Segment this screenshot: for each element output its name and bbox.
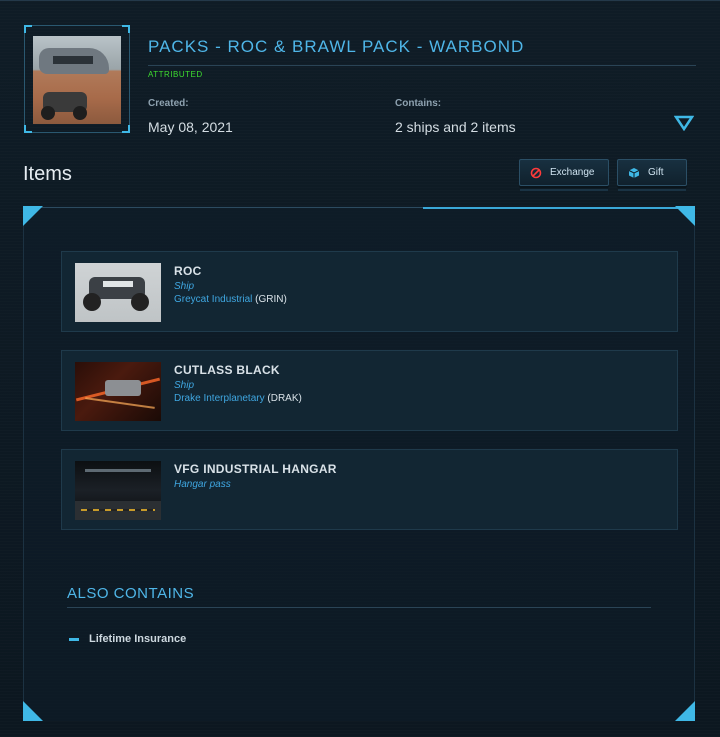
pledge-page: PACKS - ROC & BRAWL PACK - WARBOND ATTRI…	[0, 0, 720, 737]
item-manufacturer: Drake Interplanetary (DRAK)	[174, 393, 302, 404]
hangar-light	[85, 469, 151, 472]
item-type: Ship	[174, 281, 195, 292]
item-type: Hangar pass	[174, 479, 231, 490]
title-divider	[148, 65, 696, 66]
also-contains-divider	[67, 607, 651, 608]
frame-corner	[122, 125, 130, 133]
pack-title: PACKS - ROC & BRAWL PACK - WARBOND	[148, 37, 525, 56]
frame-corner	[24, 125, 32, 133]
chevron-down-icon[interactable]	[674, 115, 694, 131]
item-card-vfg-hangar[interactable]: VFG INDUSTRIAL HANGAR Hangar pass	[61, 449, 678, 530]
manufacturer-name: Greycat Industrial	[174, 294, 253, 305]
item-type: Ship	[174, 380, 195, 391]
gift-button-label: Gift	[648, 167, 664, 178]
no-entry-icon	[530, 167, 542, 178]
vehicle-stripe	[103, 281, 133, 287]
item-name: VFG INDUSTRIAL HANGAR	[174, 462, 337, 476]
item-name: CUTLASS BLACK	[174, 363, 280, 377]
ship-shape	[105, 380, 141, 396]
bullet-icon	[69, 638, 79, 641]
panel-corner-accent	[23, 701, 43, 721]
panel-top-highlight	[423, 207, 695, 209]
also-contains-heading: ALSO CONTAINS	[67, 585, 195, 602]
laser-beam	[85, 397, 155, 409]
vehicle-wheel	[73, 106, 87, 120]
item-image	[75, 362, 161, 421]
cube-icon	[628, 167, 640, 178]
vehicle-wheel	[41, 106, 55, 120]
status-badge: ATTRIBUTED	[148, 70, 203, 79]
also-contains-item: Lifetime Insurance	[89, 633, 187, 645]
vehicle-wheel	[131, 293, 149, 311]
hangar-stripes	[81, 509, 155, 511]
panel-corner-accent	[675, 206, 695, 226]
vehicle-wheel	[83, 293, 101, 311]
pack-thumbnail-frame	[24, 25, 130, 133]
exchange-button[interactable]: Exchange	[519, 159, 609, 191]
panel-corner-accent	[23, 206, 43, 226]
gift-button[interactable]: Gift	[617, 159, 687, 191]
item-image	[75, 263, 161, 322]
ship-detail	[53, 56, 93, 64]
panel-corner-accent	[675, 701, 695, 721]
button-underline	[520, 189, 608, 191]
pack-thumbnail-image	[33, 36, 121, 124]
button-underline	[618, 189, 686, 191]
exchange-button-label: Exchange	[550, 167, 595, 178]
item-card-roc[interactable]: ROC Ship Greycat Industrial (GRIN)	[61, 251, 678, 332]
manufacturer-name: Drake Interplanetary	[174, 393, 265, 404]
manufacturer-code: (GRIN)	[255, 294, 287, 305]
contains-label: Contains:	[395, 98, 442, 109]
manufacturer-code: (DRAK)	[267, 393, 302, 404]
item-name: ROC	[174, 264, 202, 278]
contains-value: 2 ships and 2 items	[395, 119, 516, 135]
item-image	[75, 461, 161, 520]
items-heading: Items	[23, 163, 72, 185]
item-card-cutlass-black[interactable]: CUTLASS BLACK Ship Drake Interplanetary …	[61, 350, 678, 431]
frame-corner	[122, 25, 130, 33]
frame-corner	[24, 25, 32, 33]
item-manufacturer: Greycat Industrial (GRIN)	[174, 294, 287, 305]
created-label: Created:	[148, 98, 189, 109]
created-value: May 08, 2021	[148, 119, 233, 135]
